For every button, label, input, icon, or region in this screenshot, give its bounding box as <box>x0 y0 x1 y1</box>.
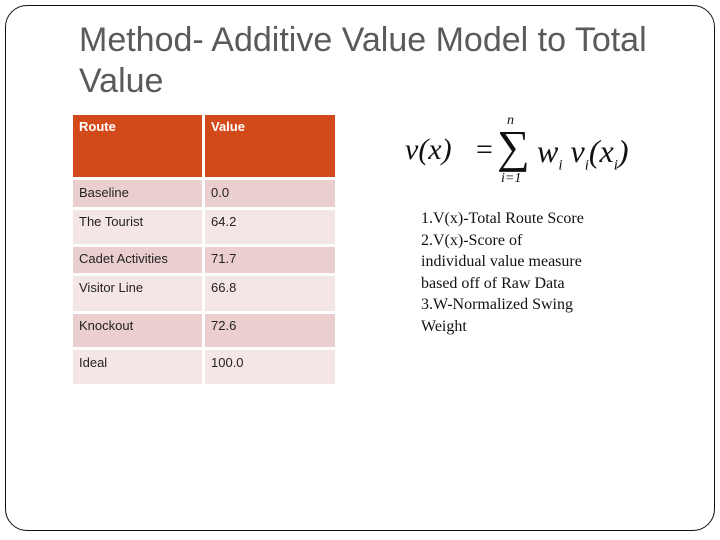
formula-rhs: wi vi(xi) <box>537 133 629 174</box>
note-line: Weight <box>421 317 467 335</box>
summation-symbol: ∑ <box>497 121 530 172</box>
table-row: Cadet Activities 71.7 <box>73 247 335 273</box>
value-cell: 66.8 <box>205 276 335 311</box>
weight-term: w <box>537 133 559 169</box>
header-route: Route <box>73 115 202 177</box>
argument-open: (x <box>588 133 614 169</box>
argument-close: ) <box>617 133 629 169</box>
route-cell: Ideal <box>73 350 202 384</box>
route-cell: Knockout <box>73 314 202 347</box>
route-cell: Visitor Line <box>73 276 202 311</box>
header-value: Value <box>205 115 335 177</box>
note-line: based off of Raw Data <box>421 274 565 292</box>
table-row: Knockout 72.6 <box>73 314 335 347</box>
route-cell: Baseline <box>73 180 202 207</box>
route-cell: Cadet Activities <box>73 247 202 273</box>
formula-equals: = <box>476 133 493 166</box>
value-cell: 72.6 <box>205 314 335 347</box>
slide-title: Method- Additive Value Model to Total Va… <box>79 21 647 100</box>
table-row: Ideal 100.0 <box>73 350 335 384</box>
formula-notes: 1.V(x)-Total Route Score 2.V(x)-Score of… <box>421 208 631 338</box>
sum-lower-limit: i=1 <box>501 171 522 186</box>
route-cell: The Tourist <box>73 210 202 244</box>
table-row: Visitor Line 66.8 <box>73 276 335 311</box>
table-row: The Tourist 64.2 <box>73 210 335 244</box>
table-header-row: Route Value <box>73 115 335 177</box>
additive-value-formula: v(x) = n ∑ i=1 wi vi(xi) <box>405 113 645 193</box>
route-value-table: Route Value Baseline 0.0 The Tourist 64.… <box>73 115 335 387</box>
note-line: 3.W-Normalized Swing <box>421 296 573 314</box>
value-cell: 0.0 <box>205 180 335 207</box>
value-cell: 100.0 <box>205 350 335 384</box>
note-line: individual value measure <box>421 253 582 271</box>
table-row: Baseline 0.0 <box>73 180 335 207</box>
note-line: 1.V(x)-Total Route Score <box>421 210 584 227</box>
weight-subscript: i <box>558 157 563 174</box>
note-line: 2.V(x)-Score of <box>421 231 523 249</box>
value-cell: 64.2 <box>205 210 335 244</box>
formula-lhs: v(x) <box>405 133 452 166</box>
value-function-term: v <box>570 133 585 169</box>
value-cell: 71.7 <box>205 247 335 273</box>
